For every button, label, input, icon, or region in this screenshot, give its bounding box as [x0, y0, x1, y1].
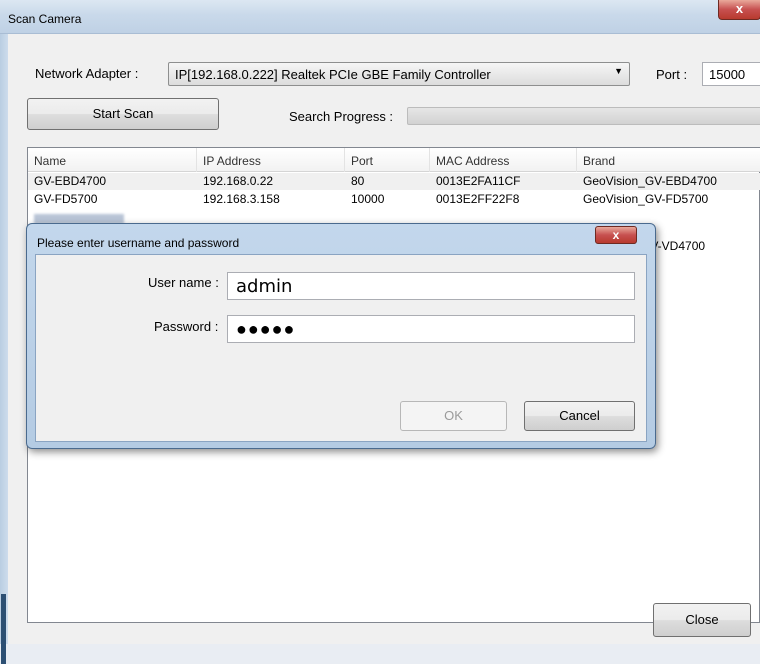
close-button[interactable]: Close — [653, 603, 751, 637]
username-input[interactable]: admin — [227, 272, 635, 300]
column-header-brand[interactable]: Brand — [577, 148, 760, 172]
table-row[interactable]: GV-EBD4700 192.168.0.22 80 0013E2FA11CF … — [28, 173, 760, 190]
chevron-down-icon: ▼ — [614, 66, 623, 76]
cell-ip: 192.168.0.22 — [203, 174, 274, 188]
table-row[interactable]: GV-FD5700 192.168.3.158 10000 0013E2FF22… — [28, 191, 760, 208]
cell-port: 80 — [351, 174, 365, 188]
list-header: Name IP Address Port MAC Address Brand — [28, 148, 760, 172]
login-dialog-title: Please enter username and password — [37, 236, 240, 250]
port-input[interactable]: 15000 — [702, 62, 760, 86]
cell-brand: GeoVision_GV-EBD4700 — [583, 174, 717, 188]
login-dialog-close-button[interactable]: x — [595, 226, 637, 244]
network-adapter-value: IP[192.168.0.222] Realtek PCIe GBE Famil… — [175, 67, 491, 82]
password-label: Password : — [154, 319, 219, 334]
scan-camera-window: Scan Camera x Network Adapter : IP[192.1… — [0, 0, 760, 664]
network-adapter-select[interactable]: IP[192.168.0.222] Realtek PCIe GBE Famil… — [168, 62, 630, 86]
cell-name: GV-EBD4700 — [34, 174, 107, 188]
search-progress-label: Search Progress : — [289, 109, 394, 124]
column-header-port[interactable]: Port — [345, 148, 430, 172]
window-title: Scan Camera — [8, 12, 82, 26]
port-label: Port : — [656, 67, 688, 82]
password-input[interactable]: ●●●●● — [227, 315, 635, 343]
cell-port: 10000 — [351, 192, 385, 206]
ok-button[interactable]: OK — [400, 401, 507, 431]
start-scan-button[interactable]: Start Scan — [27, 98, 219, 130]
login-dialog-body: User name : admin Password : ●●●●● OK Ca… — [35, 254, 647, 442]
network-adapter-label: Network Adapter : — [35, 66, 139, 81]
cell-name: GV-FD5700 — [34, 192, 98, 206]
column-header-ip[interactable]: IP Address — [197, 148, 345, 172]
column-header-name[interactable]: Name — [28, 148, 197, 172]
cell-brand: GeoVision_GV-FD5700 — [583, 192, 709, 206]
cell-ip: 192.168.3.158 — [203, 192, 280, 206]
login-dialog: Please enter username and password x Use… — [26, 223, 656, 449]
cell-mac: 0013E2FF22F8 — [436, 192, 520, 206]
frame-accent — [1, 594, 6, 664]
cell-mac: 0013E2FA11CF — [436, 174, 521, 188]
column-header-mac[interactable]: MAC Address — [430, 148, 577, 172]
window-close-button[interactable]: x — [718, 0, 760, 20]
cancel-button[interactable]: Cancel — [524, 401, 635, 431]
username-label: User name : — [148, 275, 219, 290]
search-progress-bar — [407, 107, 760, 125]
window-left-frame — [0, 34, 8, 664]
title-bar: Scan Camera x — [0, 0, 760, 34]
